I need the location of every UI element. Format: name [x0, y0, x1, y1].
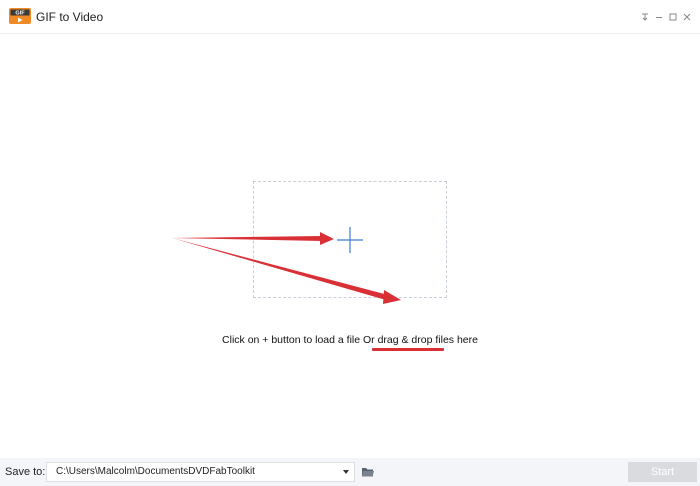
folder-icon	[362, 468, 374, 477]
minimize-icon	[656, 17, 662, 18]
app-logo-icon: GIF	[9, 8, 31, 24]
minimize-button[interactable]	[652, 10, 666, 24]
start-button[interactable]: Start	[628, 462, 697, 482]
browse-folder-button[interactable]	[361, 465, 375, 477]
add-file-button[interactable]	[336, 226, 364, 254]
maximize-icon	[669, 13, 677, 21]
save-path-value: C:\Users\Malcolm\DocumentsDVDFabToolkit	[56, 466, 255, 477]
drop-hint-text: Click on + button to load a file Or drag…	[222, 334, 478, 346]
chevron-down-icon[interactable]	[343, 470, 349, 474]
close-icon	[683, 13, 691, 21]
pin-icon	[642, 13, 648, 21]
app-title: GIF to Video	[36, 10, 104, 24]
pin-button[interactable]	[638, 10, 652, 24]
close-button[interactable]	[680, 10, 694, 24]
title-bar: GIF GIF to Video	[0, 0, 700, 34]
app-logo-text: GIF	[15, 11, 25, 17]
save-to-label: Save to:	[5, 466, 46, 478]
annotation-underline	[372, 348, 444, 351]
maximize-button[interactable]	[666, 10, 680, 24]
plus-icon	[337, 227, 363, 253]
bottom-bar: Save to: C:\Users\Malcolm\DocumentsDVDFa…	[0, 458, 700, 486]
save-path-dropdown[interactable]: C:\Users\Malcolm\DocumentsDVDFabToolkit	[46, 462, 355, 482]
